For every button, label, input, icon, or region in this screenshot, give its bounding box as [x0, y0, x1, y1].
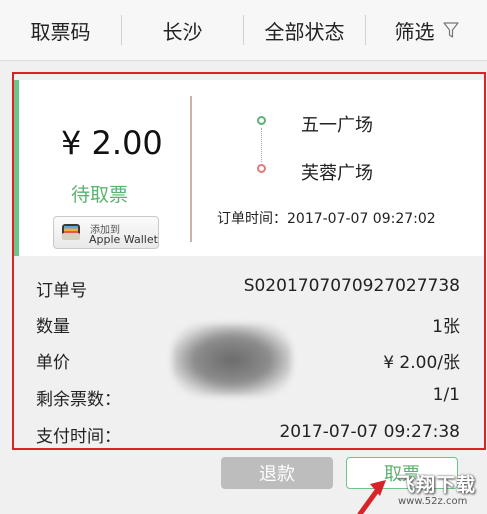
detail-label: 单价 — [36, 353, 70, 373]
detail-value: S0201707070927027738 — [243, 276, 460, 296]
wallet-icon — [62, 224, 80, 240]
card-divider — [190, 96, 192, 242]
add-to-apple-wallet-button[interactable]: 添加到 Apple Wallet — [53, 216, 159, 249]
detail-label: 数量 — [36, 317, 70, 337]
filter-bar: 取票码 长沙 全部状态 筛选 — [0, 0, 487, 61]
detail-value: 2017-07-07 09:27:38 — [279, 422, 460, 442]
destination-station: 芙蓉广场 — [301, 163, 373, 184]
detail-label: 支付时间： — [36, 427, 121, 447]
detail-row-payment-time: 支付时间： 2017-07-07 09:27:38 — [36, 420, 460, 450]
tab-ticket-code-label: 取票码 — [30, 19, 91, 44]
route-line — [261, 128, 262, 162]
ticket-card[interactable]: ¥ 2.00 待取票 添加到 Apple Wallet 五一广场 芙蓉广场 订单… — [12, 72, 486, 450]
refund-button-label: 退款 — [259, 464, 295, 485]
detail-value: ¥ 2.00/张 — [383, 353, 460, 373]
detail-value: 1张 — [432, 317, 460, 337]
ticket-summary: ¥ 2.00 待取票 添加到 Apple Wallet 五一广场 芙蓉广场 订单… — [14, 80, 484, 256]
detail-label: 订单号 — [36, 281, 87, 301]
funnel-icon — [442, 22, 459, 38]
ticket-status: 待取票 — [71, 184, 129, 206]
watermark-brand: 飞翔下载 — [396, 474, 477, 496]
tab-filter[interactable]: 筛选 — [365, 15, 487, 45]
detail-label: 剩余票数： — [36, 390, 121, 410]
tab-city-label: 长沙 — [162, 19, 203, 44]
tab-city[interactable]: 长沙 — [121, 15, 243, 45]
ticket-price: ¥ 2.00 — [61, 124, 163, 162]
refund-button[interactable]: 退款 — [221, 457, 333, 489]
origin-marker-icon — [257, 116, 266, 125]
tab-ticket-code[interactable]: 取票码 — [0, 15, 121, 45]
blurred-qr-region — [172, 324, 292, 396]
wallet-name-label: Apple Wallet — [89, 233, 158, 246]
watermark: 飞翔下载 www.52z.com — [386, 468, 486, 512]
tab-filter-label: 筛选 — [394, 19, 435, 44]
destination-marker-icon — [257, 164, 266, 173]
tab-status-label: 全部状态 — [264, 19, 345, 44]
origin-station: 五一广场 — [301, 115, 373, 136]
tab-status[interactable]: 全部状态 — [243, 15, 365, 45]
watermark-url: www.52z.com — [398, 496, 468, 507]
order-time: 订单时间：2017-07-07 09:27:02 — [217, 211, 436, 227]
detail-value: 1/1 — [432, 385, 460, 405]
detail-row-order-number: 订单号 S0201707070927027738 — [36, 274, 460, 304]
ticket-details: 订单号 S0201707070927027738 数量 1张 单价 ¥ 2.00… — [14, 262, 484, 448]
